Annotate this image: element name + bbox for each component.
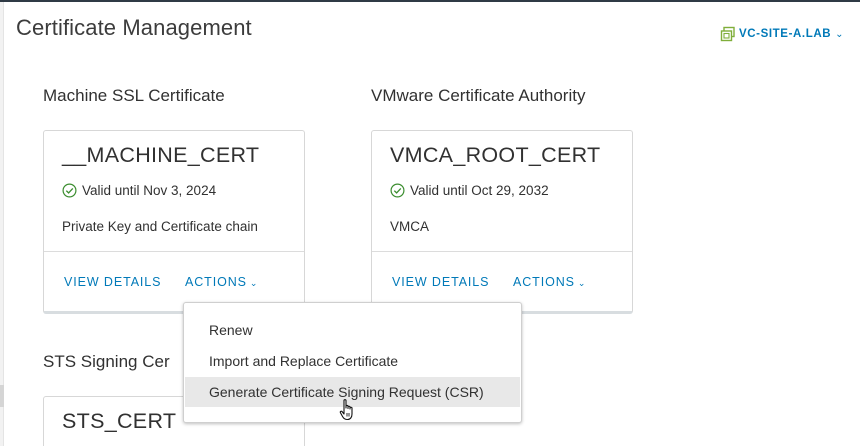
chevron-down-icon: ⌄	[835, 28, 844, 40]
machine-cert-card: __MACHINE_CERT Valid until Nov 3, 2024 P…	[43, 130, 305, 314]
menu-item-import-replace[interactable]: Import and Replace Certificate	[185, 346, 520, 376]
top-bar	[0, 0, 860, 2]
machine-ssl-section-title: Machine SSL Certificate	[43, 86, 225, 105]
menu-item-renew[interactable]: Renew	[185, 315, 520, 345]
view-details-link[interactable]: VIEW DETAILS	[64, 275, 161, 289]
site-selector-label: VC-SITE-A.LAB	[739, 28, 832, 40]
card-status-text: Valid until Oct 29, 2032	[410, 183, 549, 198]
sts-section-title: STS Signing Cer	[43, 352, 170, 371]
chevron-down-icon: ⌄	[249, 278, 259, 288]
actions-dropdown-button[interactable]: ACTIONS ⌄	[513, 275, 586, 289]
site-selector[interactable]: VC-SITE-A.LAB ⌄	[720, 26, 844, 42]
card-description: Private Key and Certificate chain	[62, 219, 258, 234]
actions-label: ACTIONS	[513, 275, 575, 289]
view-details-link[interactable]: VIEW DETAILS	[392, 275, 489, 289]
card-description: VMCA	[390, 219, 430, 234]
card-title: STS_CERT	[62, 409, 177, 433]
left-edge-panel	[0, 2, 4, 446]
actions-dropdown-button[interactable]: ACTIONS ⌄	[185, 275, 258, 289]
card-status-text: Valid until Nov 3, 2024	[82, 183, 217, 198]
card-title: VMCA_ROOT_CERT	[390, 143, 601, 167]
splitter-handle[interactable]	[0, 385, 4, 407]
card-divider	[372, 251, 632, 252]
chevron-down-icon: ⌄	[577, 278, 587, 288]
vmca-cert-card: VMCA_ROOT_CERT Valid until Oct 29, 2032 …	[371, 130, 633, 314]
vmca-section-title: VMware Certificate Authority	[371, 86, 586, 105]
actions-label: ACTIONS	[185, 275, 247, 289]
card-divider	[44, 251, 304, 252]
hand-cursor-icon	[339, 398, 357, 427]
card-status: Valid until Nov 3, 2024	[62, 183, 216, 198]
vcenter-icon	[720, 26, 736, 42]
page-title: Certificate Management	[16, 15, 252, 40]
check-circle-icon	[390, 183, 405, 198]
card-status: Valid until Oct 29, 2032	[390, 183, 549, 198]
card-title: __MACHINE_CERT	[62, 143, 260, 167]
check-circle-icon	[62, 183, 77, 198]
